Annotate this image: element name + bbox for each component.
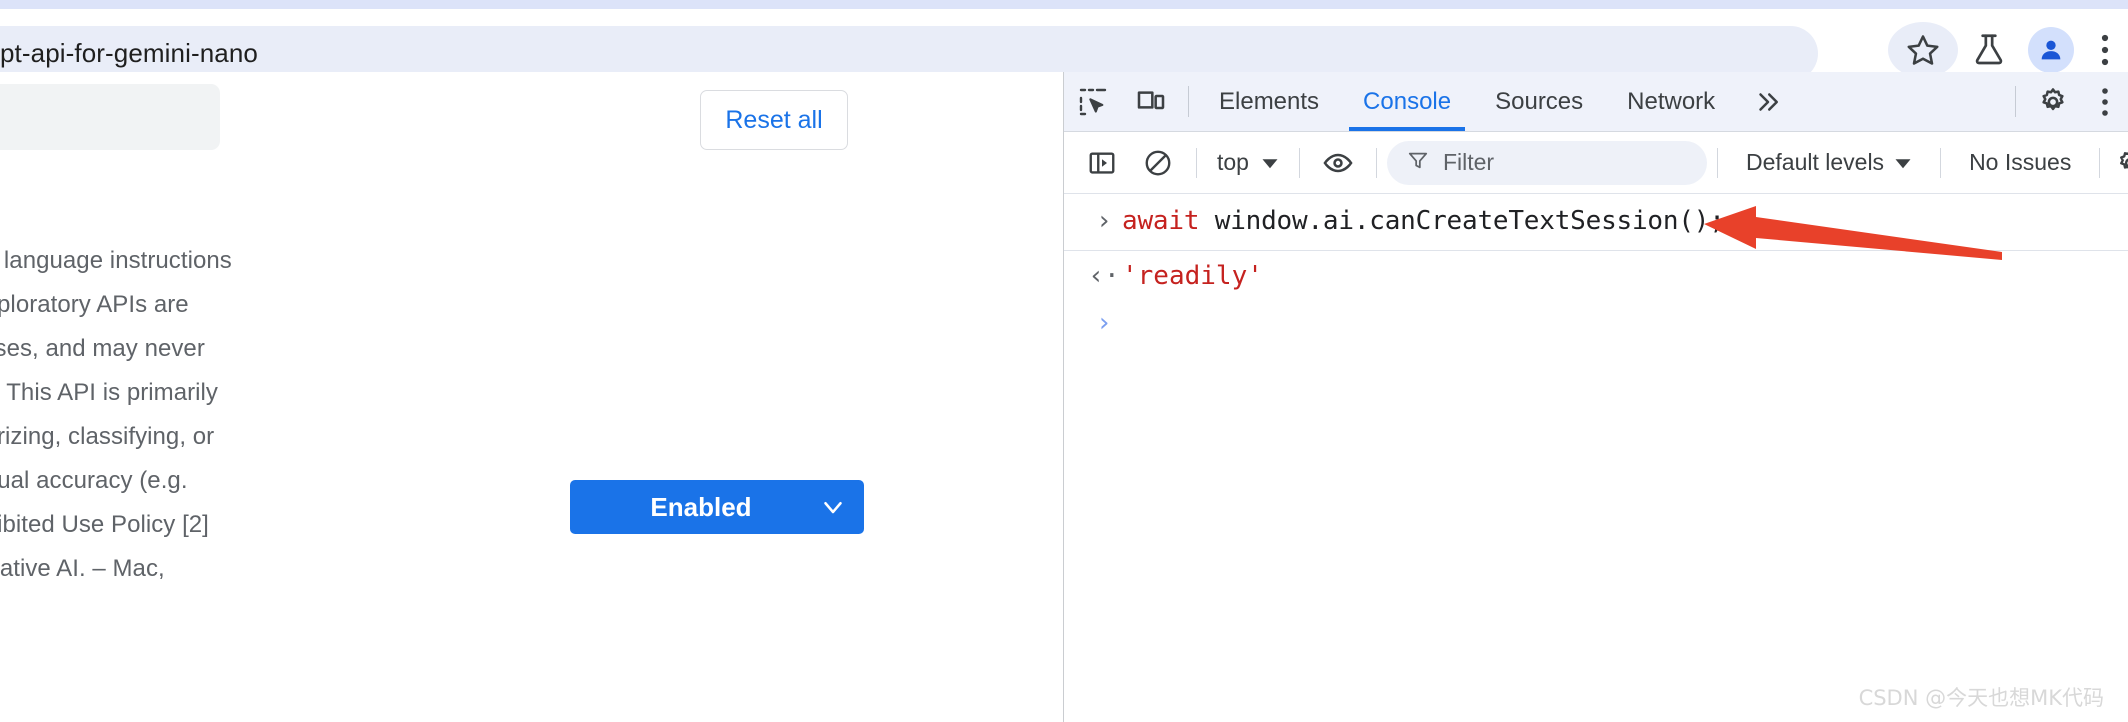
chevron-down-icon <box>1262 158 1278 168</box>
prompt-marker-icon: › <box>1096 308 1112 338</box>
devtools-menu-icon[interactable] <box>2082 72 2128 131</box>
screenshot-root: pt-api-for-gemini-nano Reset all languag… <box>0 0 2128 722</box>
filterbar-divider-5 <box>1940 147 1942 178</box>
device-toolbar-icon[interactable] <box>1122 72 1180 131</box>
filter-placeholder-text: Filter <box>1442 149 1495 175</box>
filterbar-divider-2 <box>1298 147 1300 178</box>
search-input[interactable] <box>0 84 220 150</box>
console-levels-value: Default levels <box>1745 149 1885 175</box>
tab-strip-edge <box>0 0 2128 9</box>
toolbar-divider <box>1188 86 1189 117</box>
bookmark-star-icon[interactable] <box>1888 21 1958 78</box>
filter-funnel-icon <box>1407 149 1429 176</box>
settings-gear-icon[interactable] <box>2024 72 2082 131</box>
console-context-value: top <box>1217 149 1249 175</box>
tab-sources[interactable]: Sources <box>1473 72 1605 131</box>
flag-state-value: Enabled <box>650 491 752 522</box>
chevron-down-icon <box>802 492 864 522</box>
console-input-row: › await window.ai.canCreateTextSession()… <box>1064 194 2128 260</box>
tab-console[interactable]: Console <box>1341 72 1473 131</box>
await-keyword: await <box>1122 206 1200 236</box>
filterbar-divider-4 <box>1716 147 1718 178</box>
console-output-value: 'readily' <box>1122 261 1263 291</box>
devtools-tabbar: Elements Console Sources Network <box>1064 72 2128 132</box>
filterbar-divider-6 <box>2099 147 2101 178</box>
console-prompt-row[interactable]: › <box>1064 300 2128 346</box>
console-context-selector[interactable]: top <box>1207 149 1289 176</box>
console-messages[interactable]: › await window.ai.canCreateTextSession()… <box>1064 194 2128 720</box>
chevron-down-icon <box>1895 158 1911 168</box>
filterbar-divider-1 <box>1196 147 1197 178</box>
avatar <box>2028 26 2074 73</box>
toolbar-divider-right <box>2015 86 2016 117</box>
tab-elements[interactable]: Elements <box>1197 72 1341 131</box>
output-marker-icon: ‹· <box>1088 261 1120 291</box>
console-output-row: ‹· 'readily' <box>1064 251 2128 300</box>
devtools-panel: Elements Console Sources Network top Fil… <box>1063 72 2128 722</box>
console-input-rest: window.ai.canCreateTextSession(); <box>1199 206 1725 236</box>
more-tabs-chevron-icon[interactable] <box>1737 72 1799 131</box>
flag-description: g you to send natural language instructi… <box>0 247 232 582</box>
input-marker-icon: › <box>1096 206 1112 236</box>
flag-links: re-ai/use-policy <box>0 628 532 672</box>
console-input-expression: await window.ai.canCreateTextSession(); <box>1122 204 1725 238</box>
console-settings-gear-icon[interactable] <box>2110 135 2128 191</box>
flags-body: g you to send natural language instructi… <box>0 213 1063 722</box>
console-levels-selector[interactable]: Default levels <box>1728 149 1930 176</box>
flags-header: Reset all <box>0 72 1063 213</box>
flag-state-select[interactable]: Enabled <box>570 480 864 534</box>
issues-counter[interactable]: No Issues <box>1951 149 2089 176</box>
browser-toolbar: pt-api-for-gemini-nano <box>0 9 2128 81</box>
tab-network[interactable]: Network <box>1605 72 1737 131</box>
console-filter-input[interactable]: Filter <box>1386 140 1707 185</box>
live-expression-eye-icon[interactable] <box>1310 135 1366 191</box>
address-bar-url: pt-api-for-gemini-nano <box>0 38 258 68</box>
clear-console-icon[interactable] <box>1130 135 1186 191</box>
console-sidebar-toggle-icon[interactable] <box>1074 135 1130 191</box>
inspect-element-icon[interactable] <box>1064 72 1122 131</box>
filterbar-divider-3 <box>1375 147 1377 178</box>
flags-page: Reset all g you to send natural language… <box>0 72 1063 722</box>
console-filter-toolbar: top Filter Default levels No Issues <box>1064 132 2128 194</box>
devtools-tabbar-right <box>2007 72 2128 131</box>
reset-all-button[interactable]: Reset all <box>700 90 848 150</box>
